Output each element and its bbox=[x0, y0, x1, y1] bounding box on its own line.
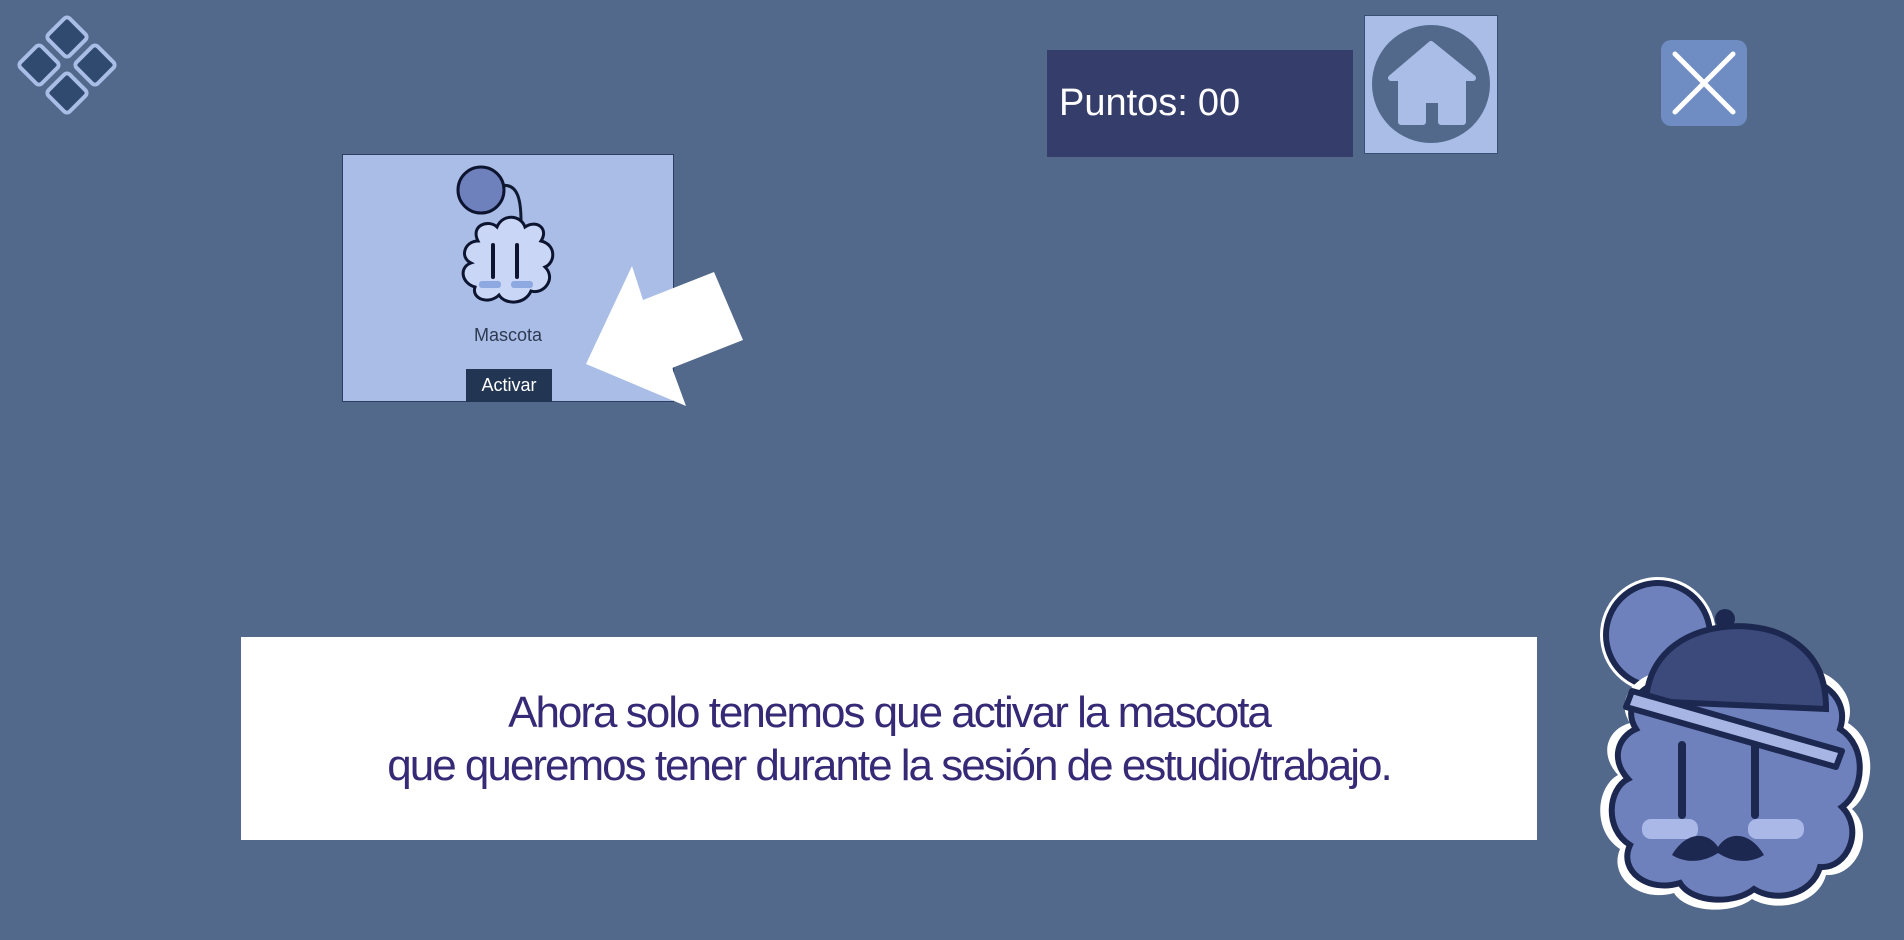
activate-button[interactable]: Activar bbox=[466, 369, 552, 402]
home-button[interactable] bbox=[1364, 15, 1498, 154]
score-value: 00 bbox=[1197, 82, 1241, 124]
mascot-character bbox=[1600, 577, 1871, 910]
house-icon bbox=[1372, 25, 1490, 143]
diamond-grid-icon bbox=[17, 15, 117, 115]
close-x-icon bbox=[1672, 51, 1736, 115]
close-button[interactable] bbox=[1661, 40, 1747, 126]
arrow-icon bbox=[586, 266, 743, 406]
score-panel: Puntos: 00 bbox=[1047, 50, 1353, 157]
menu-button[interactable] bbox=[14, 12, 140, 138]
pet-thumbnail bbox=[456, 165, 555, 304]
dialog-line-2: que queremos tener durante la sesión de … bbox=[387, 740, 1392, 790]
dialog-box: Ahora solo tenemos que activar la mascot… bbox=[241, 637, 1537, 840]
dialog-line-1: Ahora solo tenemos que activar la mascot… bbox=[508, 687, 1272, 737]
score-label: Puntos: bbox=[1059, 82, 1188, 124]
